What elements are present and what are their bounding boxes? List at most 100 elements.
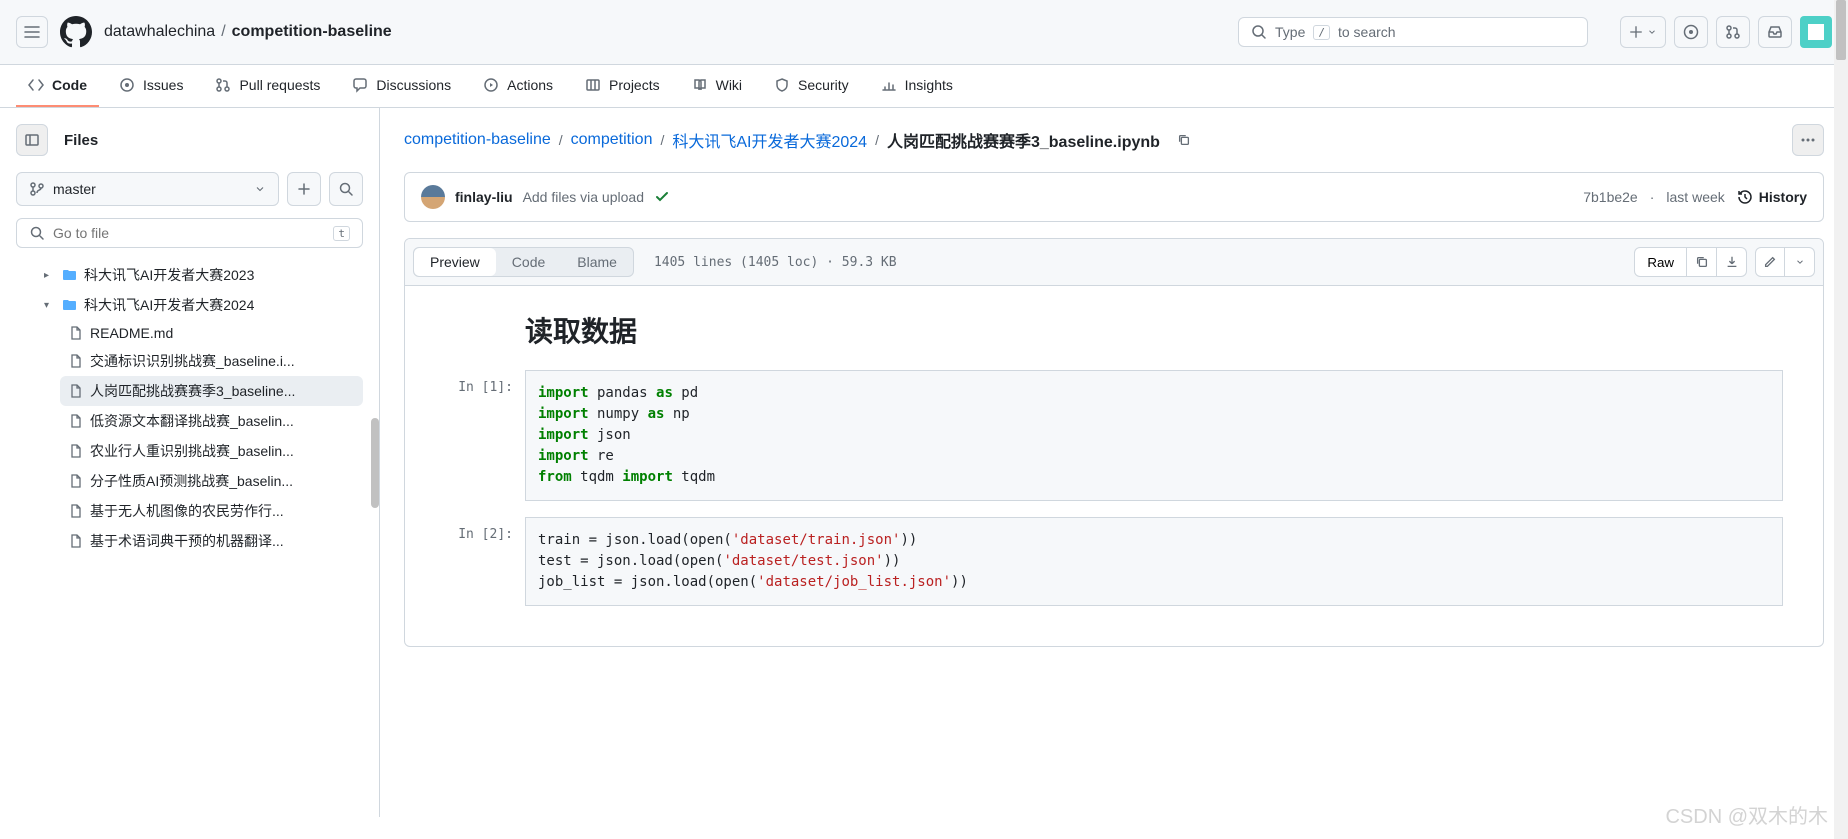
- commit-time: last week: [1666, 189, 1724, 205]
- file-icon: [68, 325, 84, 341]
- file-filter[interactable]: t: [16, 218, 363, 248]
- plus-icon: [1629, 25, 1643, 39]
- notebook-cell: In [2]:train = json.load(open('dataset/t…: [445, 517, 1783, 606]
- chevron-down-icon: [1647, 27, 1657, 37]
- code-tab[interactable]: Code: [496, 248, 561, 276]
- chevron-down-icon: [254, 183, 266, 195]
- file-icon: [68, 533, 84, 549]
- tree-file[interactable]: 基于无人机图像的农民劳作行...: [60, 496, 363, 526]
- file-meta: 1405 lines (1405 loc) · 59.3 KB: [654, 255, 897, 270]
- notebook-preview: 读取数据 In [1]:import pandas as pd import n…: [405, 286, 1823, 646]
- nav-tab-wiki[interactable]: Wiki: [680, 65, 754, 107]
- download-button[interactable]: [1717, 247, 1747, 277]
- pr-icon: [215, 77, 231, 93]
- path-current-file: 人岗匹配挑战赛赛季3_baseline.ipynb: [887, 128, 1160, 152]
- pr-icon: [1725, 24, 1741, 40]
- nav-tab-actions[interactable]: Actions: [471, 65, 565, 107]
- tree-file[interactable]: 基于术语词典干预的机器翻译...: [60, 526, 363, 556]
- hamburger-button[interactable]: [16, 16, 48, 48]
- tree-folder[interactable]: ▸科大讯飞AI开发者大赛2023: [36, 260, 363, 290]
- search-tree-button[interactable]: [329, 172, 363, 206]
- nav-tab-discussions[interactable]: Discussions: [340, 65, 463, 107]
- repo-breadcrumb: datawhalechina / competition-baseline: [104, 23, 392, 41]
- issue-icon: [1683, 24, 1699, 40]
- tree-file[interactable]: 人岗匹配挑战赛赛季3_baseline...: [60, 376, 363, 406]
- path-crumb[interactable]: competition: [571, 131, 653, 149]
- repo-link[interactable]: competition-baseline: [232, 23, 392, 41]
- preview-tab[interactable]: Preview: [414, 248, 496, 276]
- raw-button[interactable]: Raw: [1634, 247, 1687, 277]
- copy-path-button[interactable]: [1168, 124, 1200, 156]
- commit-sha[interactable]: 7b1be2e: [1583, 189, 1638, 205]
- tree-item-label: 分子性质AI预测挑战赛_baselin...: [90, 471, 293, 491]
- tree-file[interactable]: 低资源文本翻译挑战赛_baselin...: [60, 406, 363, 436]
- history-link[interactable]: History: [1737, 189, 1807, 205]
- blame-tab[interactable]: Blame: [561, 248, 633, 276]
- tree-item-label: 基于无人机图像的农民劳作行...: [90, 501, 284, 521]
- more-options-button[interactable]: [1792, 124, 1824, 156]
- nav-tab-insights[interactable]: Insights: [869, 65, 965, 107]
- cell-code: import pandas as pd import numpy as np i…: [525, 370, 1783, 501]
- file-toolbar: Preview Code Blame 1405 lines (1405 loc)…: [405, 239, 1823, 286]
- branch-selector[interactable]: master: [16, 172, 279, 206]
- folder-icon: [62, 297, 78, 313]
- tree-folder[interactable]: ▾科大讯飞AI开发者大赛2024: [36, 290, 363, 320]
- tree-item-label: 交通标识识别挑战赛_baseline.i...: [90, 351, 295, 371]
- file-icon: [68, 353, 84, 369]
- tree-file[interactable]: 农业行人重识别挑战赛_baselin...: [60, 436, 363, 466]
- nav-tab-projects[interactable]: Projects: [573, 65, 672, 107]
- tree-file[interactable]: README.md: [60, 320, 363, 346]
- view-tabs: Preview Code Blame: [413, 247, 634, 277]
- notebook-cell: In [1]:import pandas as pd import numpy …: [445, 370, 1783, 501]
- commit-author-link[interactable]: finlay-liu: [455, 189, 513, 205]
- nav-tab-security[interactable]: Security: [762, 65, 861, 107]
- nav-tab-issues[interactable]: Issues: [107, 65, 195, 107]
- folder-icon: [62, 267, 78, 283]
- edit-button[interactable]: [1755, 247, 1785, 277]
- commit-message[interactable]: Add files via upload: [523, 189, 644, 205]
- github-logo[interactable]: [60, 16, 92, 48]
- nav-tab-pull-requests[interactable]: Pull requests: [203, 65, 332, 107]
- file-filter-input[interactable]: [53, 225, 325, 241]
- github-icon: [60, 16, 92, 48]
- branch-icon: [29, 181, 45, 197]
- create-new-button[interactable]: [1620, 16, 1666, 48]
- kebab-icon: [1800, 132, 1816, 148]
- owner-link[interactable]: datawhalechina: [104, 23, 215, 41]
- add-file-button[interactable]: [287, 172, 321, 206]
- edit-dropdown-button[interactable]: [1785, 247, 1815, 277]
- notebook-heading: 读取数据: [525, 310, 1783, 350]
- file-path-breadcrumb: competition-baseline/competition/科大讯飞AI开…: [404, 124, 1824, 156]
- tree-item-label: 科大讯飞AI开发者大赛2024: [84, 295, 254, 315]
- copy-icon: [1695, 255, 1709, 269]
- history-icon: [1737, 189, 1753, 205]
- cell-code: train = json.load(open('dataset/train.js…: [525, 517, 1783, 606]
- collapse-sidebar-button[interactable]: [16, 124, 48, 156]
- nav-tab-code[interactable]: Code: [16, 65, 99, 107]
- tree-item-label: 科大讯飞AI开发者大赛2023: [84, 265, 254, 285]
- search-icon: [338, 181, 354, 197]
- file-icon: [68, 413, 84, 429]
- inbox-icon: [1767, 24, 1783, 40]
- copy-button[interactable]: [1687, 247, 1717, 277]
- issues-icon: [119, 77, 135, 93]
- tree-file[interactable]: 分子性质AI预测挑战赛_baselin...: [60, 466, 363, 496]
- commit-author-avatar[interactable]: [421, 185, 445, 209]
- tree-file[interactable]: 交通标识识别挑战赛_baseline.i...: [60, 346, 363, 376]
- file-icon: [68, 383, 84, 399]
- notifications-button[interactable]: [1758, 16, 1792, 48]
- path-crumb[interactable]: competition-baseline: [404, 131, 551, 149]
- search-icon: [1251, 24, 1267, 40]
- sidebar-icon: [24, 132, 40, 148]
- issues-button[interactable]: [1674, 16, 1708, 48]
- path-crumb[interactable]: 科大讯飞AI开发者大赛2024: [672, 128, 867, 152]
- check-icon: [654, 189, 670, 205]
- sidebar-scrollbar[interactable]: [371, 418, 379, 508]
- search-input[interactable]: Type / to search: [1238, 17, 1588, 47]
- user-avatar[interactable]: [1800, 16, 1832, 48]
- pull-requests-button[interactable]: [1716, 16, 1750, 48]
- file-icon: [68, 473, 84, 489]
- file-icon: [68, 443, 84, 459]
- latest-commit-bar: finlay-liu Add files via upload 7b1be2e …: [404, 172, 1824, 222]
- projects-icon: [585, 77, 601, 93]
